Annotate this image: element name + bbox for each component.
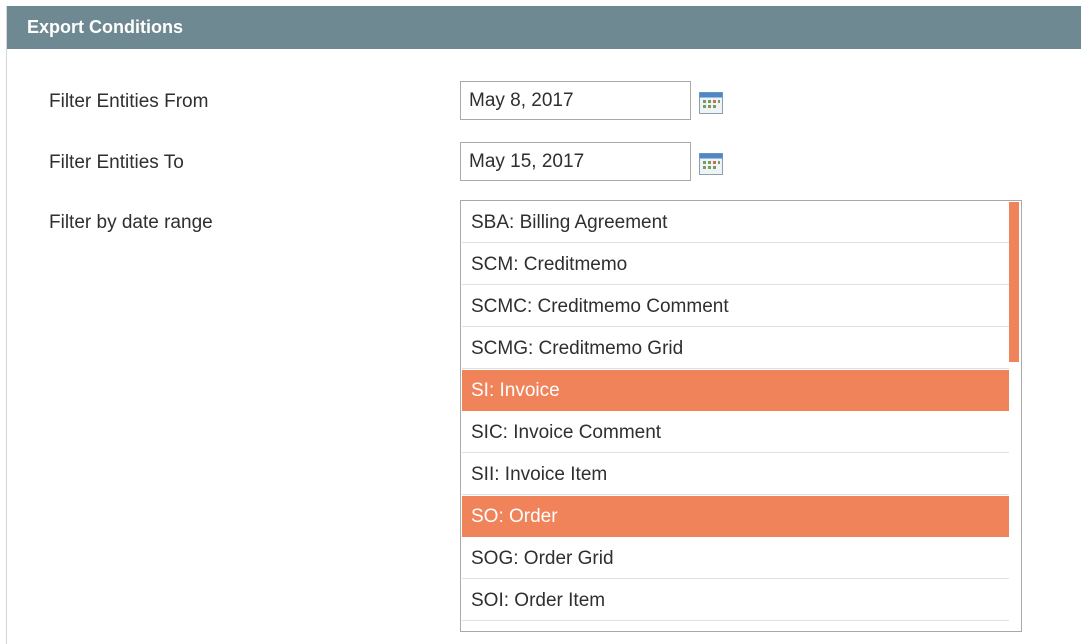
filter-from-label: Filter Entities From: [49, 91, 209, 112]
filter-to-input[interactable]: [460, 142, 691, 181]
export-conditions-panel: Export Conditions Filter Entities From F…: [6, 6, 1081, 644]
entity-option[interactable]: SBA: Billing Agreement: [462, 202, 1009, 243]
calendar-to-button[interactable]: [699, 153, 723, 175]
calendar-from-button[interactable]: [699, 92, 723, 114]
calendar-icon: [699, 153, 723, 175]
entity-option[interactable]: SCMG: Creditmemo Grid: [462, 328, 1009, 369]
filter-range-label: Filter by date range: [49, 212, 213, 233]
filter-from-input[interactable]: [460, 81, 691, 120]
entity-option[interactable]: SO: Order: [462, 496, 1009, 537]
entity-multiselect[interactable]: SBA: Billing Agreement SCM: Creditmemo SCM…: [460, 200, 1022, 632]
entity-option[interactable]: SCM: Creditmemo: [462, 244, 1009, 285]
entity-option[interactable]: SII: Invoice Item: [462, 454, 1009, 495]
entity-option[interactable]: SI: Invoice: [462, 370, 1009, 411]
panel-title: Export Conditions: [7, 6, 1081, 49]
entity-option[interactable]: SOI: Order Item: [462, 580, 1009, 621]
filter-to-label: Filter Entities To: [49, 152, 184, 173]
entity-option[interactable]: SIC: Invoice Comment: [462, 412, 1009, 453]
entity-option[interactable]: SCMC: Creditmemo Comment: [462, 286, 1009, 327]
entity-option[interactable]: SOG: Order Grid: [462, 538, 1009, 579]
calendar-icon: [699, 92, 723, 114]
scrollbar-thumb[interactable]: [1009, 202, 1019, 362]
